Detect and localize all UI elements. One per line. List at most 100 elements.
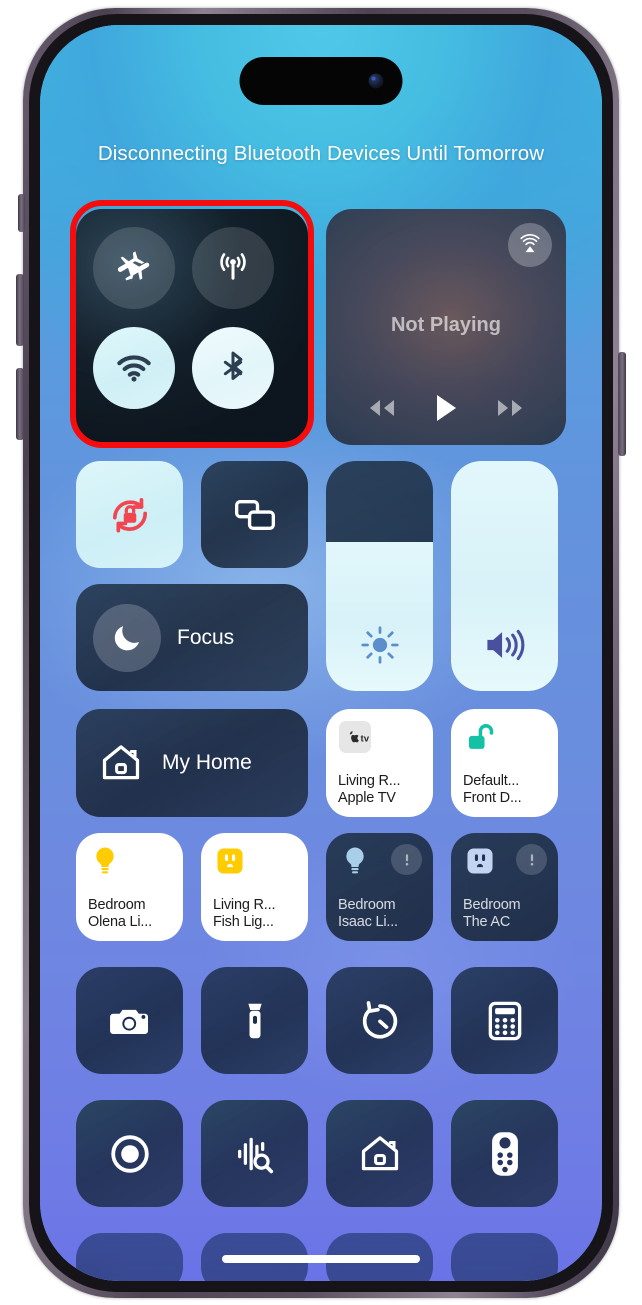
play-button[interactable] <box>433 393 459 423</box>
rotation-lock-toggle[interactable] <box>76 461 183 568</box>
home-app-button[interactable] <box>326 1100 433 1207</box>
accessory-line-1: Bedroom <box>88 897 146 914</box>
lightbulb-glyph <box>96 847 114 874</box>
unlocked-padlock-glyph <box>468 724 494 749</box>
brightness-icon-wrap <box>326 623 433 667</box>
forward-button[interactable] <box>493 395 527 421</box>
screen-record-icon <box>110 1134 149 1173</box>
house-outline-icon <box>361 1135 398 1170</box>
connectivity-module-wrapper <box>70 200 314 448</box>
accessory-label: Bedroom Isaac Li... <box>338 897 398 931</box>
outlet-glyph <box>217 848 243 874</box>
accessory-label: Bedroom The AC <box>463 897 521 931</box>
media-controls <box>326 393 566 423</box>
rewind-button[interactable] <box>365 395 399 421</box>
outlet-icon <box>213 844 247 878</box>
my-home-button[interactable]: My Home <box>76 709 308 817</box>
flashlight-button[interactable] <box>201 967 308 1074</box>
row-home-scenes: My Home tv Living R... Apple TV Default.… <box>76 709 566 817</box>
screen-mirroring-icon <box>234 499 275 530</box>
accessory-line-2: Olena Li... <box>88 914 152 931</box>
airplane-mode-toggle[interactable] <box>93 227 175 309</box>
calculator-button[interactable] <box>451 967 558 1074</box>
home-scene-front-door-label: Default... Front D... <box>463 773 522 807</box>
exclamation-icon <box>530 853 533 865</box>
rewind-icon <box>370 400 394 416</box>
volume-icon-wrap <box>451 623 558 667</box>
utility-row-2 <box>76 1100 566 1207</box>
home-indicator[interactable] <box>222 1255 420 1263</box>
scene-line-2: Front D... <box>463 790 522 807</box>
dynamic-island[interactable] <box>239 57 403 105</box>
unlocked-padlock-icon <box>463 720 497 754</box>
focus-button[interactable]: Focus <box>76 584 308 691</box>
volume-icon <box>486 629 524 661</box>
power-button[interactable] <box>618 352 626 456</box>
row-toggles-sliders: Focus <box>76 461 566 691</box>
timer-button[interactable] <box>326 967 433 1074</box>
warning-badge <box>516 844 547 875</box>
sound-recognition-icon <box>237 1137 273 1173</box>
row-connectivity-media: Not Playing <box>70 200 566 448</box>
control-center-grid: Not Playing Focus My Home tv Living R...… <box>70 200 566 1281</box>
wifi-toggle[interactable] <box>93 327 175 409</box>
screen-record-button[interactable] <box>76 1100 183 1207</box>
volume-up-button[interactable] <box>16 274 24 346</box>
partial-tile-4[interactable] <box>451 1233 558 1281</box>
accessory-line-2: Isaac Li... <box>338 914 398 931</box>
control-center: Disconnecting Bluetooth Devices Until To… <box>40 25 602 1281</box>
camera-button[interactable] <box>76 967 183 1074</box>
lightbulb-icon <box>88 844 122 878</box>
volume-down-button[interactable] <box>16 368 24 440</box>
airplay-button[interactable] <box>508 223 552 267</box>
accessory-label: Living R... Fish Lig... <box>213 897 275 931</box>
cellular-data-toggle[interactable] <box>192 227 274 309</box>
accessory-bedroom-isaac-light[interactable]: Bedroom Isaac Li... <box>326 833 433 941</box>
home-scene-front-door-lock[interactable]: Default... Front D... <box>451 709 558 817</box>
screen-mirroring-toggle[interactable] <box>201 461 308 568</box>
square-toggle-row <box>76 461 308 568</box>
home-scene-apple-tv[interactable]: tv Living R... Apple TV <box>326 709 433 817</box>
control-center-header: Disconnecting Bluetooth Devices Until To… <box>97 142 545 165</box>
accessory-living-room-fish-light[interactable]: Living R... Fish Lig... <box>201 833 308 941</box>
left-controls-column: Focus <box>76 461 308 691</box>
appletv-glyph: tv <box>339 721 371 753</box>
partial-tile-1[interactable] <box>76 1233 183 1281</box>
accessory-bedroom-olena-light[interactable]: Bedroom Olena Li... <box>76 833 183 941</box>
flashlight-icon <box>247 1003 262 1038</box>
focus-icon-circle <box>93 603 161 672</box>
accessory-line-1: Living R... <box>213 897 276 914</box>
brightness-slider[interactable] <box>326 461 433 691</box>
accessory-line-2: Fish Lig... <box>213 914 274 931</box>
wifi-icon <box>117 355 151 382</box>
utility-row-1 <box>76 967 566 1074</box>
scene-line-1: Default... <box>463 773 520 790</box>
bluetooth-icon <box>223 351 243 380</box>
bluetooth-toggle[interactable] <box>192 327 274 409</box>
cellular-icon <box>220 253 246 280</box>
my-home-label: My Home <box>162 751 252 774</box>
connectivity-module[interactable] <box>76 209 308 445</box>
sound-recognition-button[interactable] <box>201 1100 308 1207</box>
accessory-line-1: Bedroom <box>463 897 521 914</box>
volume-slider[interactable] <box>451 461 558 691</box>
accessory-bedroom-the-ac[interactable]: Bedroom The AC <box>451 833 558 941</box>
accessory-label: Bedroom Olena Li... <box>88 897 152 931</box>
moon-icon <box>114 625 140 650</box>
play-icon <box>437 395 456 421</box>
home-scene-apple-tv-label: Living R... Apple TV <box>338 773 400 807</box>
outlet-icon <box>463 844 497 878</box>
calculator-icon <box>488 1001 521 1040</box>
brightness-icon <box>360 626 399 664</box>
slider-column <box>326 461 558 691</box>
media-title: Not Playing <box>390 314 501 336</box>
timer-icon <box>362 1000 397 1039</box>
outlet-glyph <box>467 848 493 874</box>
apple-tv-remote-button[interactable] <box>451 1100 558 1207</box>
rotation-lock-icon <box>112 497 147 532</box>
screenshot-root: Disconnecting Bluetooth Devices Until To… <box>0 0 642 1305</box>
row-home-accessories: Bedroom Olena Li... Living R... Fish Lig… <box>76 833 566 941</box>
house-icon <box>102 745 140 780</box>
media-playback-module[interactable]: Not Playing <box>326 209 566 445</box>
mute-switch[interactable] <box>18 194 25 232</box>
